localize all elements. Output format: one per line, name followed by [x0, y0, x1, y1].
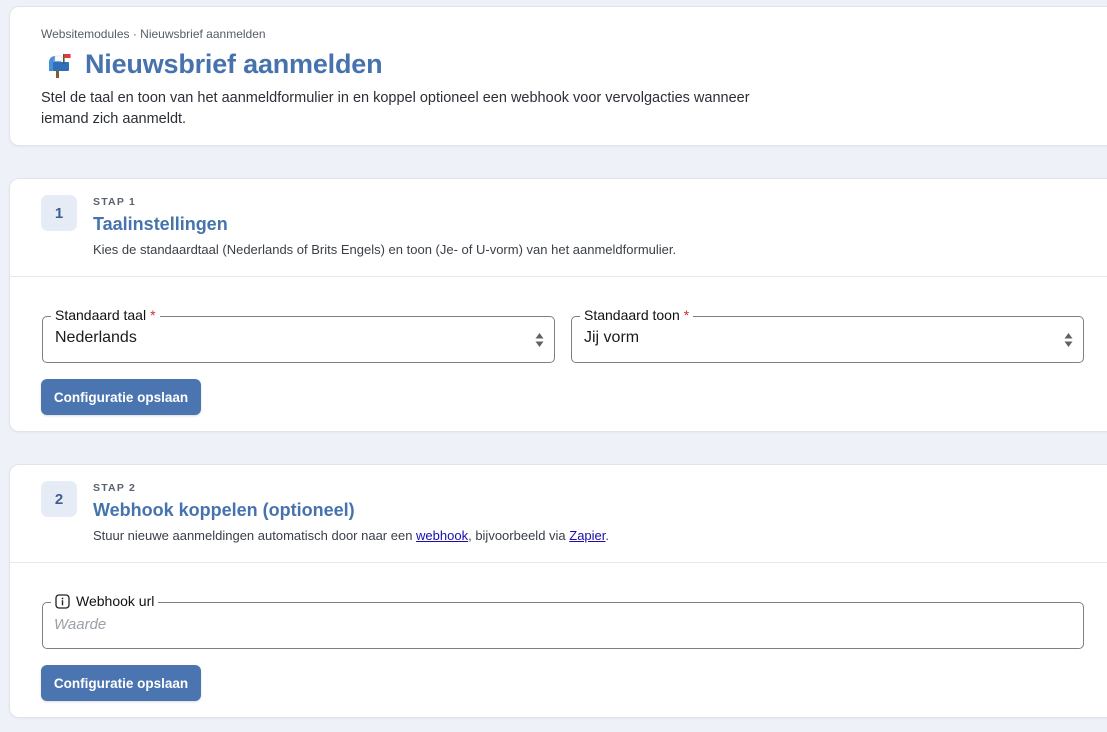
step-kicker: STAP 1	[93, 196, 136, 208]
tone-select[interactable]: Standaard toon * Jij vorm	[571, 307, 1084, 363]
breadcrumb: Websitemodules · Nieuwsbrief aanmelden	[41, 27, 266, 41]
divider	[10, 562, 1107, 563]
step-number-badge: 2	[41, 481, 77, 517]
language-select-label: Standaard taal *	[51, 307, 160, 323]
select-arrows-icon	[535, 333, 544, 347]
webhook-link[interactable]: webhook	[416, 528, 468, 543]
webhook-url-placeholder: Waarde	[54, 616, 107, 633]
language-select[interactable]: Standaard taal * Nederlands	[42, 307, 555, 363]
webhook-url-label: Webhook url	[51, 593, 159, 609]
step-description: Stuur nieuwe aanmeldingen automatisch do…	[93, 528, 610, 543]
step-number-badge: 1	[41, 195, 77, 231]
step2-card: 2 STAP 2 Webhook koppelen (optioneel) St…	[9, 464, 1107, 718]
language-select-value: Nederlands	[55, 329, 137, 346]
step-kicker: STAP 2	[93, 482, 136, 494]
title-row: Nieuwsbrief aanmelden	[45, 49, 383, 80]
mailbox-icon	[49, 53, 71, 78]
step-description: Kies de standaardtaal (Nederlands of Bri…	[93, 242, 677, 257]
page-header-card: Websitemodules · Nieuwsbrief aanmelden N…	[9, 6, 1107, 146]
required-mark: *	[150, 307, 156, 323]
page-description: Stel de taal en toon van het aanmeldform…	[41, 90, 750, 127]
tone-select-label: Standaard toon *	[580, 307, 694, 323]
select-arrows-icon	[1064, 333, 1073, 347]
step1-card: 1 STAP 1 Taalinstellingen Kies de standa…	[9, 178, 1107, 432]
zapier-link[interactable]: Zapier	[569, 528, 605, 543]
page-title: Nieuwsbrief aanmelden	[85, 49, 383, 79]
tone-select-value: Jij vorm	[584, 329, 640, 346]
required-mark: *	[683, 307, 690, 323]
save-config-button[interactable]: Configuratie opslaan	[41, 665, 201, 701]
step-title: Webhook koppelen (optioneel)	[93, 500, 355, 520]
webhook-url-field[interactable]: Webhook url Waarde	[42, 593, 1084, 649]
info-icon[interactable]	[55, 593, 70, 609]
step-title: Taalinstellingen	[93, 214, 228, 234]
save-config-button[interactable]: Configuratie opslaan	[41, 379, 201, 415]
divider	[10, 276, 1107, 277]
